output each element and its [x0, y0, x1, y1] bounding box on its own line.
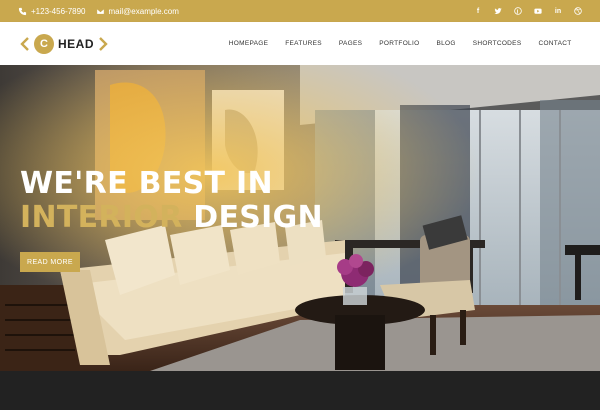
- nav-item-portfolio[interactable]: PORTFOLIO: [371, 40, 428, 47]
- site-logo[interactable]: C HEAD: [20, 33, 108, 54]
- logo-mark: C: [34, 33, 54, 54]
- nav-menu: HOMEPAGE FEATURES PAGES PORTFOLIO BLOG S…: [220, 40, 580, 47]
- logo-text: HEAD: [58, 36, 95, 51]
- facebook-icon[interactable]: f: [474, 7, 482, 15]
- email-contact[interactable]: mail@example.com: [96, 7, 179, 16]
- phone-contact[interactable]: +123-456-7890: [18, 7, 86, 16]
- hero-headline: WE'RE BEST IN INTERIOR DESIGN: [20, 167, 323, 235]
- chevron-left-icon: [20, 36, 29, 51]
- nav-item-blog[interactable]: BLOG: [428, 40, 464, 47]
- hero-headline-line1: WE'RE BEST IN: [20, 166, 273, 201]
- main-navbar: C HEAD HOMEPAGE FEATURES PAGES PORTFOLIO…: [0, 22, 600, 65]
- read-more-button[interactable]: READ MORE: [20, 252, 80, 272]
- chevron-right-icon: [99, 36, 108, 51]
- social-links: f in: [474, 7, 582, 15]
- envelope-icon: [96, 8, 104, 14]
- phone-number: +123-456-7890: [31, 6, 86, 16]
- pinterest-icon[interactable]: [514, 7, 522, 15]
- nav-item-shortcodes[interactable]: SHORTCODES: [464, 40, 530, 47]
- twitter-icon[interactable]: [494, 7, 502, 15]
- email-address: mail@example.com: [108, 6, 179, 16]
- hero-section: WE'RE BEST IN INTERIOR DESIGN READ MORE: [0, 65, 600, 371]
- top-bar: +123-456-7890 mail@example.com f in: [0, 0, 600, 22]
- nav-item-homepage[interactable]: HOMEPAGE: [220, 40, 276, 47]
- nav-item-contact[interactable]: CONTACT: [530, 40, 580, 47]
- hero-headline-line2: INTERIOR DESIGN: [20, 201, 323, 235]
- hero-headline-rest: DESIGN: [193, 200, 323, 235]
- nav-item-pages[interactable]: PAGES: [330, 40, 370, 47]
- youtube-icon[interactable]: [534, 7, 542, 15]
- nav-item-features[interactable]: FEATURES: [277, 40, 331, 47]
- phone-icon: [18, 7, 27, 15]
- hero-headline-accent: INTERIOR: [20, 200, 183, 235]
- linkedin-icon[interactable]: in: [554, 7, 562, 15]
- dark-section-band: [0, 371, 600, 410]
- dribbble-icon[interactable]: [574, 7, 582, 15]
